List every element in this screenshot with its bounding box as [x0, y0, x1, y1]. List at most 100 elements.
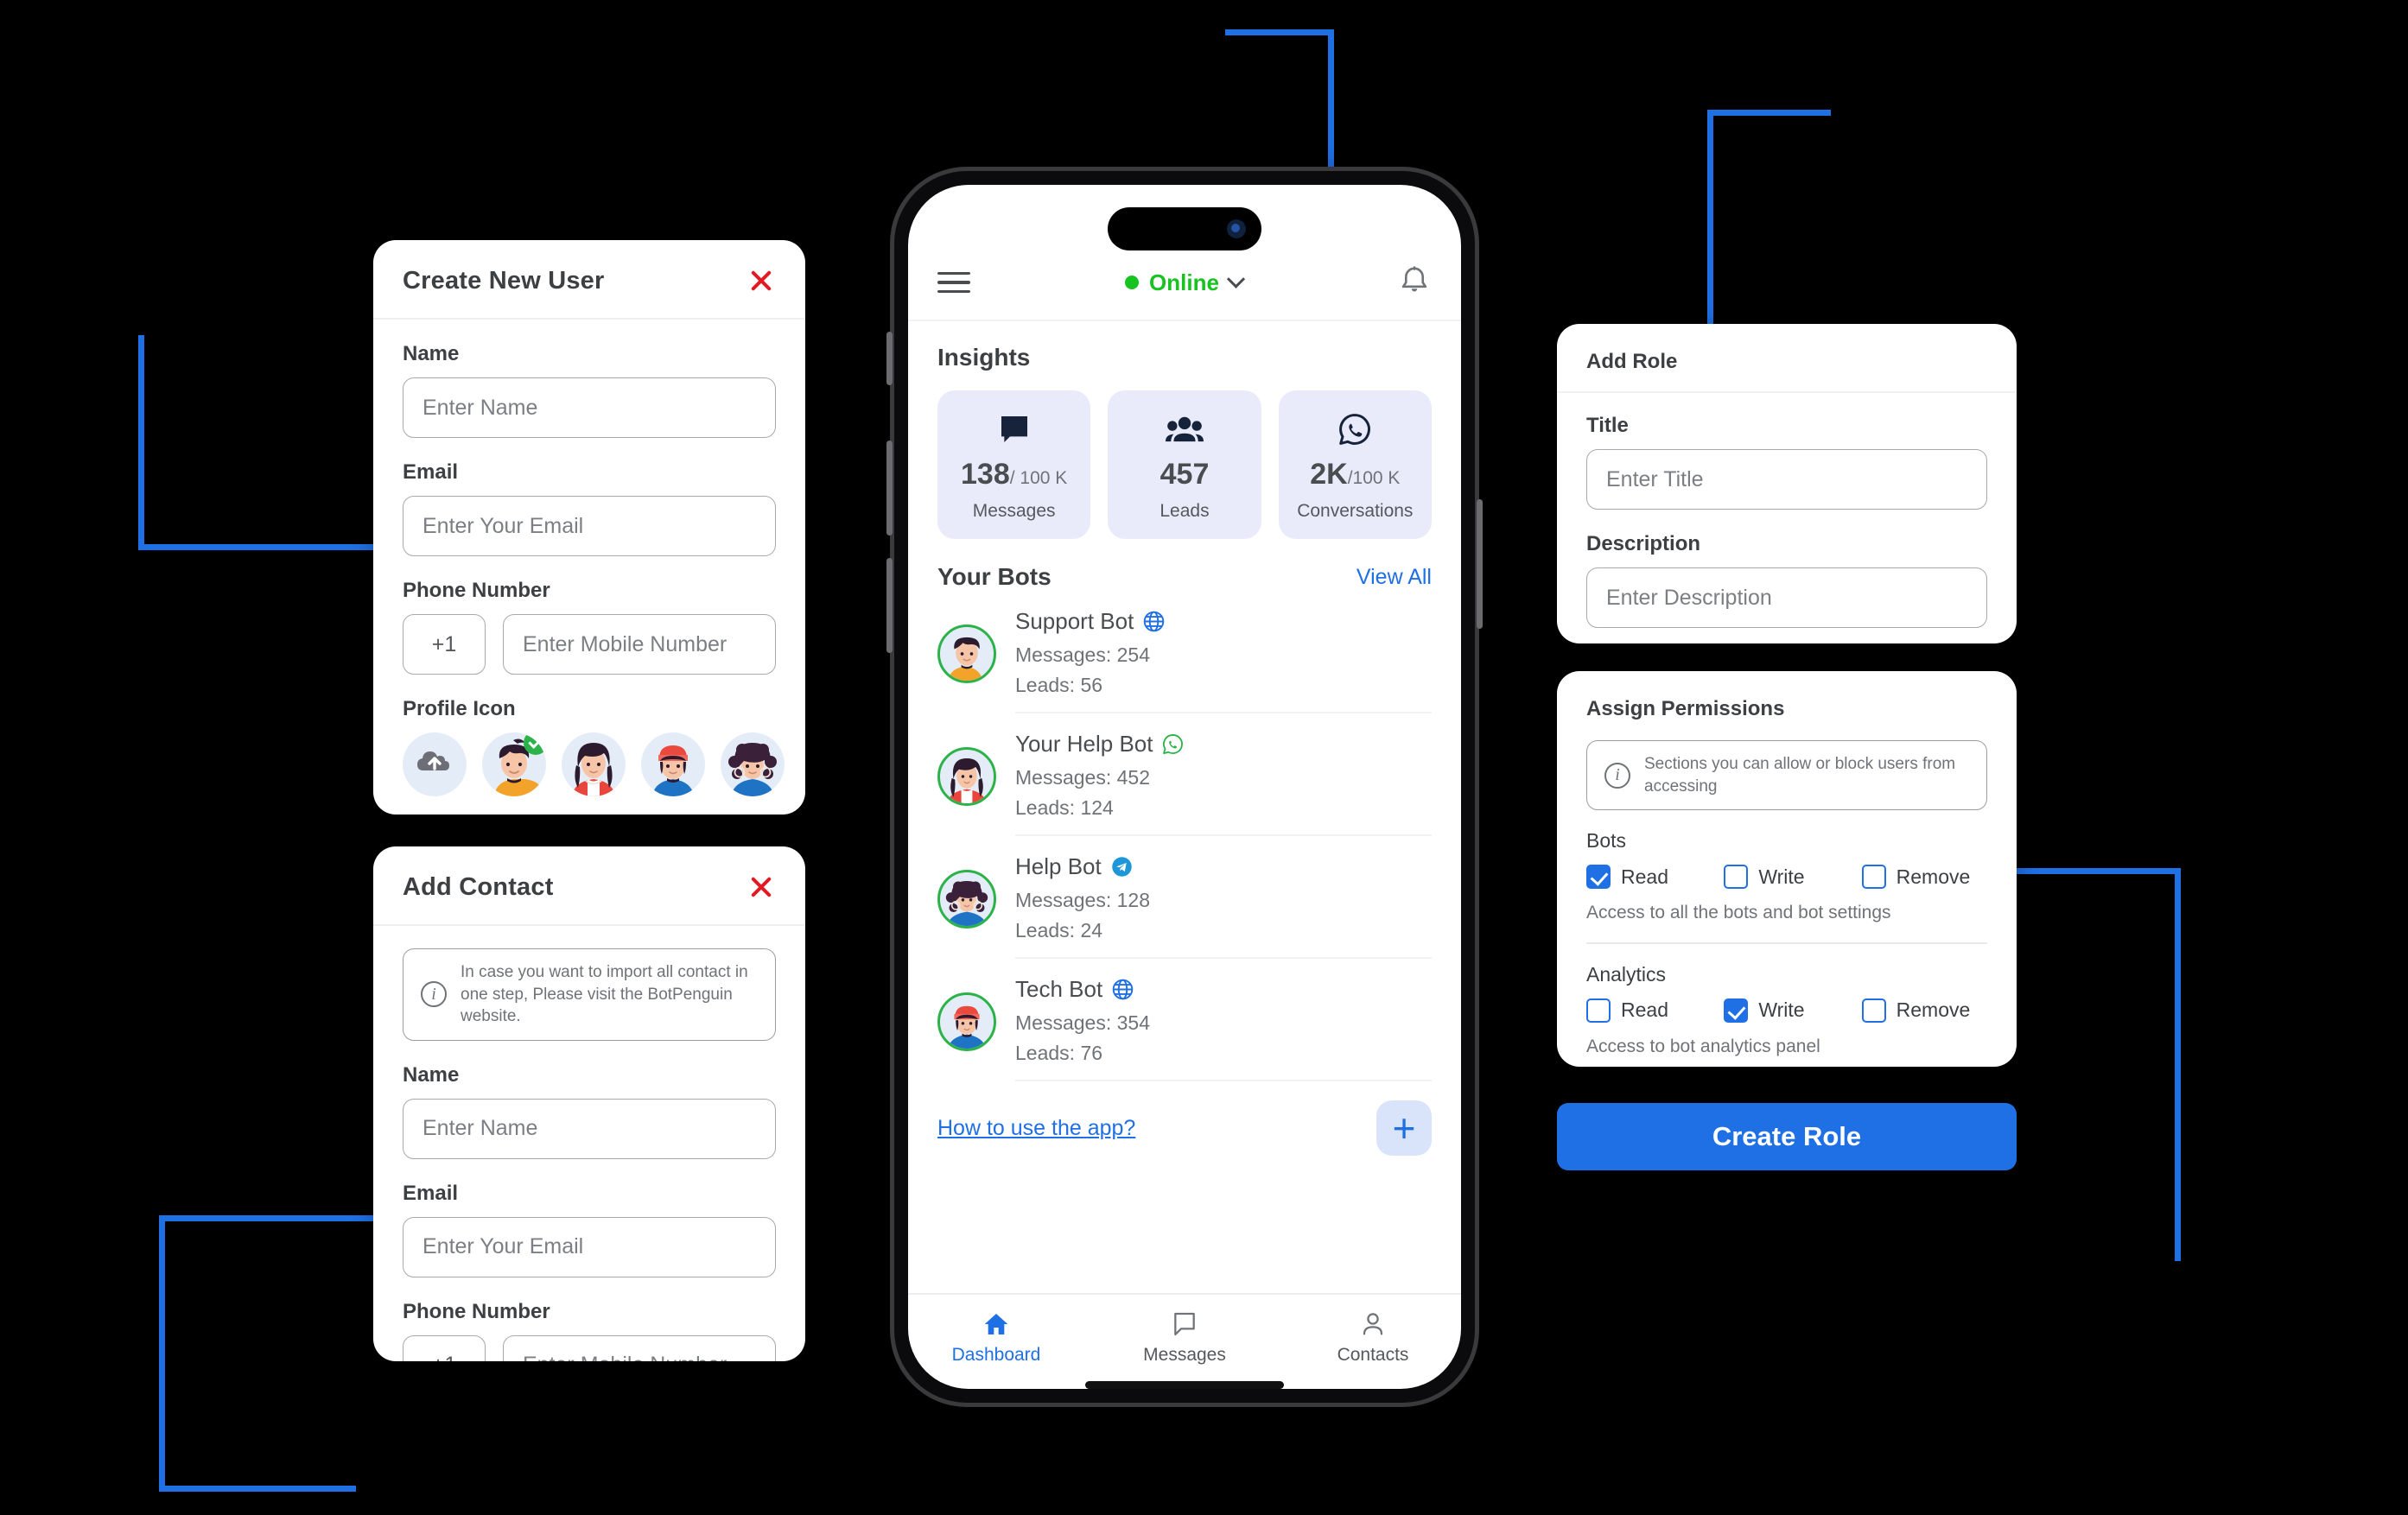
chevron-down-icon — [1226, 269, 1246, 288]
permission-bots-remove[interactable]: Remove — [1861, 865, 1987, 890]
bot-info: Support Bot Messages: 254 Leads: 56 — [1015, 608, 1432, 700]
close-icon[interactable] — [747, 266, 776, 295]
avatar-option-woman-curly[interactable] — [721, 732, 785, 796]
permission-group-name: Analytics — [1586, 962, 1667, 986]
avatar-woman-curly-icon — [728, 743, 777, 796]
globe-icon — [1112, 979, 1134, 1000]
connector-role-h — [1707, 110, 1831, 116]
insight-card-messages[interactable]: 138/ 100 K Messages — [937, 390, 1091, 539]
phone-screen: Online Insights 138/ 100 K Messages 457 … — [908, 185, 1461, 1389]
bot-list-item[interactable]: Your Help Bot Messages: 452 Leads: 124 — [908, 713, 1461, 822]
bottom-nav: Dashboard Messages Contacts — [908, 1293, 1461, 1376]
permissions-body: Assign Permissions i Sections you can al… — [1557, 671, 2017, 1067]
checkbox[interactable] — [1861, 998, 1886, 1023]
insight-card-conversations[interactable]: 2K/100 K Conversations — [1278, 390, 1432, 539]
bots-title: Your Bots — [937, 563, 1052, 590]
add-role-title: Add Role — [1586, 350, 1678, 373]
name-input[interactable] — [403, 377, 776, 438]
checkbox[interactable] — [1724, 865, 1749, 890]
checkbox[interactable] — [1586, 865, 1611, 890]
bot-list-item[interactable]: Tech Bot Messages: 354 Leads: 76 — [908, 959, 1461, 1068]
bot-avatar — [937, 747, 996, 806]
permission-label: Remove — [1896, 865, 1971, 888]
menu-icon[interactable] — [937, 266, 970, 300]
tab-contacts[interactable]: Contacts — [1312, 1310, 1433, 1366]
bot-info: Help Bot Messages: 128 Leads: 24 — [1015, 853, 1432, 945]
status-label: Online — [1149, 269, 1219, 295]
avatar-option-boy-orange[interactable] — [482, 732, 546, 796]
permission-note: Access to all the bots and bot settings — [1586, 903, 1891, 923]
country-code-select[interactable]: +1 — [403, 614, 486, 675]
upload-cloud-icon — [417, 751, 449, 770]
people-icon — [1165, 411, 1204, 447]
permission-analytics-read[interactable]: Read — [1586, 998, 1712, 1023]
permission-label: Read — [1621, 865, 1668, 888]
role-title-input[interactable] — [1586, 449, 1987, 510]
role-description-label: Description — [1586, 532, 1701, 555]
permission-analytics-write[interactable]: Write — [1724, 998, 1849, 1023]
avatar-option-man-beanie[interactable] — [641, 732, 705, 796]
insight-card-leads[interactable]: 457 Leads — [1108, 390, 1261, 539]
insights-row: 138/ 100 K Messages 457 Leads 2K/100 K C… — [908, 371, 1461, 539]
import-info-banner: i In case you want to import all contact… — [403, 948, 776, 1041]
phone-input[interactable] — [503, 614, 776, 675]
home-icon — [984, 1314, 1008, 1334]
checkbox[interactable] — [1724, 998, 1749, 1023]
add-role-header: Add Role — [1557, 324, 2017, 393]
profile-icon-label: Profile Icon — [403, 697, 516, 720]
add-contact-header: Add Contact — [373, 846, 805, 926]
permission-group-bots: Bots Read Write Remove Access to all the… — [1586, 829, 1987, 923]
app-footer: How to use the app? — [908, 1081, 1461, 1171]
connector-user-v — [138, 335, 144, 550]
permission-analytics-remove[interactable]: Remove — [1861, 998, 1987, 1023]
permission-label: Write — [1758, 865, 1805, 888]
permission-group-analytics: Analytics Read Write Remove Access to bo… — [1586, 963, 1987, 1057]
email-input[interactable] — [403, 1216, 776, 1277]
bot-leads: Leads: 24 — [1015, 918, 1103, 941]
bot-list-item[interactable]: Support Bot Messages: 254 Leads: 56 — [908, 591, 1461, 700]
avatar-option-woman-red[interactable] — [562, 732, 626, 796]
phone-power-button[interactable] — [1477, 499, 1483, 629]
close-icon[interactable] — [747, 872, 776, 902]
add-role-card: Add Role Title Description — [1557, 324, 2017, 643]
avatar-upload-option[interactable] — [403, 732, 467, 796]
checkbox[interactable] — [1586, 998, 1611, 1023]
bot-list-item[interactable]: Help Bot Messages: 128 Leads: 24 — [908, 836, 1461, 945]
name-input[interactable] — [403, 1098, 776, 1159]
assign-permissions-card: Assign Permissions i Sections you can al… — [1557, 671, 2017, 1067]
status-selector[interactable]: Online — [1125, 269, 1246, 296]
view-all-link[interactable]: View All — [1356, 565, 1432, 590]
phone-input[interactable] — [503, 1334, 776, 1361]
phone-volume-up-button[interactable] — [886, 441, 893, 536]
checkbox[interactable] — [1861, 865, 1886, 890]
online-status-dot-icon — [1125, 276, 1140, 289]
permission-bots-read[interactable]: Read — [1586, 865, 1712, 890]
bell-icon[interactable] — [1397, 264, 1432, 301]
phone-mute-switch[interactable] — [886, 332, 893, 385]
bot-name-row: Tech Bot — [1015, 976, 1432, 1003]
tab-label: Dashboard — [951, 1345, 1041, 1365]
tab-label: Messages — [1143, 1345, 1226, 1365]
tab-dashboard[interactable]: Dashboard — [936, 1310, 1057, 1366]
phone-volume-down-button[interactable] — [886, 558, 893, 653]
tab-label: Contacts — [1337, 1345, 1409, 1365]
bot-name: Tech Bot — [1015, 976, 1103, 1002]
email-label: Email — [403, 460, 459, 484]
insight-value: 457 — [1160, 458, 1210, 491]
insights-title: Insights — [937, 344, 1031, 371]
email-input[interactable] — [403, 496, 776, 556]
how-to-use-link[interactable]: How to use the app? — [937, 1116, 1135, 1141]
insight-value: 2K/100 K — [1310, 458, 1401, 491]
permission-bots-write[interactable]: Write — [1724, 865, 1849, 890]
insight-label: Conversations — [1297, 501, 1414, 521]
tab-messages[interactable]: Messages — [1124, 1310, 1245, 1366]
create-role-button[interactable]: Create Role — [1557, 1103, 2017, 1170]
country-code-select[interactable]: +1 — [403, 1334, 486, 1361]
bots-header: Your Bots View All — [908, 539, 1461, 591]
connector-phone-top-h — [1225, 29, 1334, 35]
bot-name-row: Your Help Bot — [1015, 731, 1432, 758]
role-description-input[interactable] — [1586, 567, 1987, 628]
add-button[interactable] — [1376, 1100, 1432, 1156]
whatsapp-icon — [1163, 734, 1184, 754]
whatsapp-icon — [1337, 411, 1373, 447]
